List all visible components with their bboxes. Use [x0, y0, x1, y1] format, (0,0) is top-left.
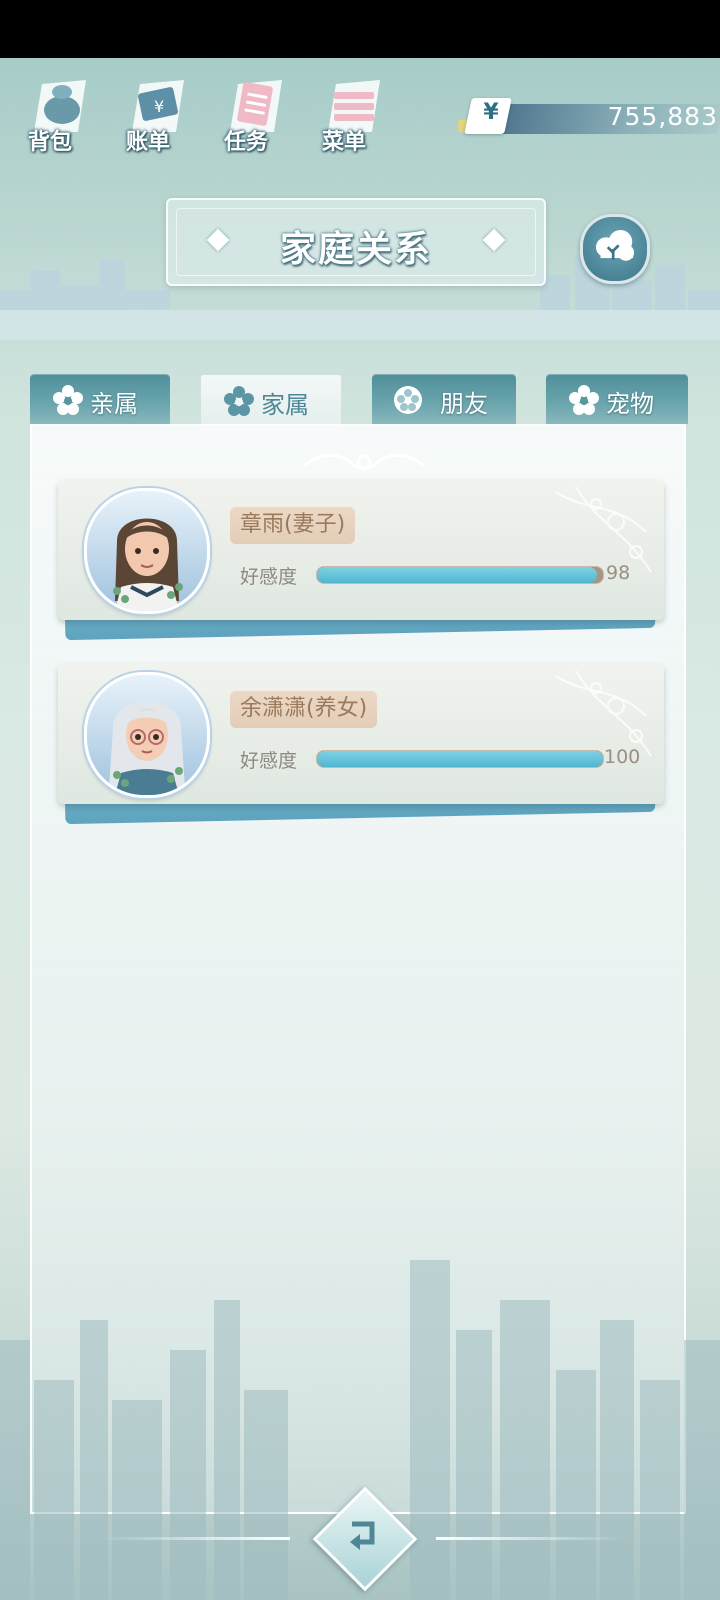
member-name: 余潇潇(养女)	[230, 690, 378, 728]
bag-label: 背包	[27, 130, 72, 155]
bill-button[interactable]: ¥ 账单	[108, 62, 198, 162]
avatar[interactable]	[84, 488, 210, 614]
member-card[interactable]: 章雨(妻子) 好感度 98	[58, 480, 664, 641]
back-button[interactable]	[312, 1486, 418, 1592]
status-bar	[0, 0, 720, 58]
flower-icon	[394, 386, 422, 414]
card-face: 章雨(妻子) 好感度 98	[58, 480, 664, 620]
tab-pets[interactable]: 宠物	[546, 374, 688, 424]
page-title-box: 家庭关系	[166, 198, 546, 286]
menu-label: 菜单	[321, 130, 366, 155]
tab-family[interactable]: 家属	[200, 374, 342, 425]
girl-avatar-icon	[109, 702, 185, 795]
divider-left	[100, 1537, 290, 1540]
family-tree-icon	[595, 229, 635, 261]
tab-label: 亲属	[90, 390, 138, 418]
member-name: 章雨(妻子)	[230, 506, 356, 544]
task-label: 任务	[223, 130, 268, 155]
divider-right	[436, 1537, 626, 1540]
avatar[interactable]	[84, 672, 210, 798]
flower-icon	[569, 385, 599, 415]
affinity-label: 好感度	[240, 566, 298, 588]
tab-label: 宠物	[606, 390, 654, 418]
menu-button[interactable]: 菜单	[304, 62, 394, 162]
affinity-bar	[316, 566, 604, 584]
tab-friends[interactable]: 朋友	[372, 374, 516, 424]
tab-relatives[interactable]: 亲属	[30, 374, 170, 424]
affinity-value: 98	[606, 562, 631, 584]
bag-button[interactable]: 背包	[10, 62, 100, 162]
ornament-decoration	[303, 453, 425, 470]
tab-label: 家属	[261, 391, 309, 419]
task-button[interactable]: 任务	[206, 62, 296, 162]
flower-icon	[53, 385, 83, 415]
svg-text:¥: ¥	[154, 97, 164, 116]
flower-icon	[224, 386, 254, 416]
affinity-fill	[317, 751, 603, 767]
member-card[interactable]: 余潇潇(养女) 好感度 100	[58, 664, 664, 825]
money-amount: 755,883	[607, 102, 718, 131]
affinity-fill	[317, 567, 598, 583]
affinity-value: 100	[604, 746, 641, 768]
return-icon	[350, 1521, 375, 1550]
yen-icon: ¥	[483, 100, 499, 125]
card-face: 余潇潇(养女) 好感度 100	[58, 664, 664, 804]
bill-label: 账单	[125, 130, 170, 155]
family-tree-button[interactable]	[580, 214, 650, 284]
page-title: 家庭关系	[279, 229, 432, 270]
tab-label: 朋友	[440, 390, 488, 418]
affinity-label: 好感度	[240, 750, 298, 772]
affinity-bar	[316, 750, 604, 768]
woman-avatar-icon	[113, 518, 183, 611]
money-display: ¥ 755,883	[458, 98, 720, 136]
